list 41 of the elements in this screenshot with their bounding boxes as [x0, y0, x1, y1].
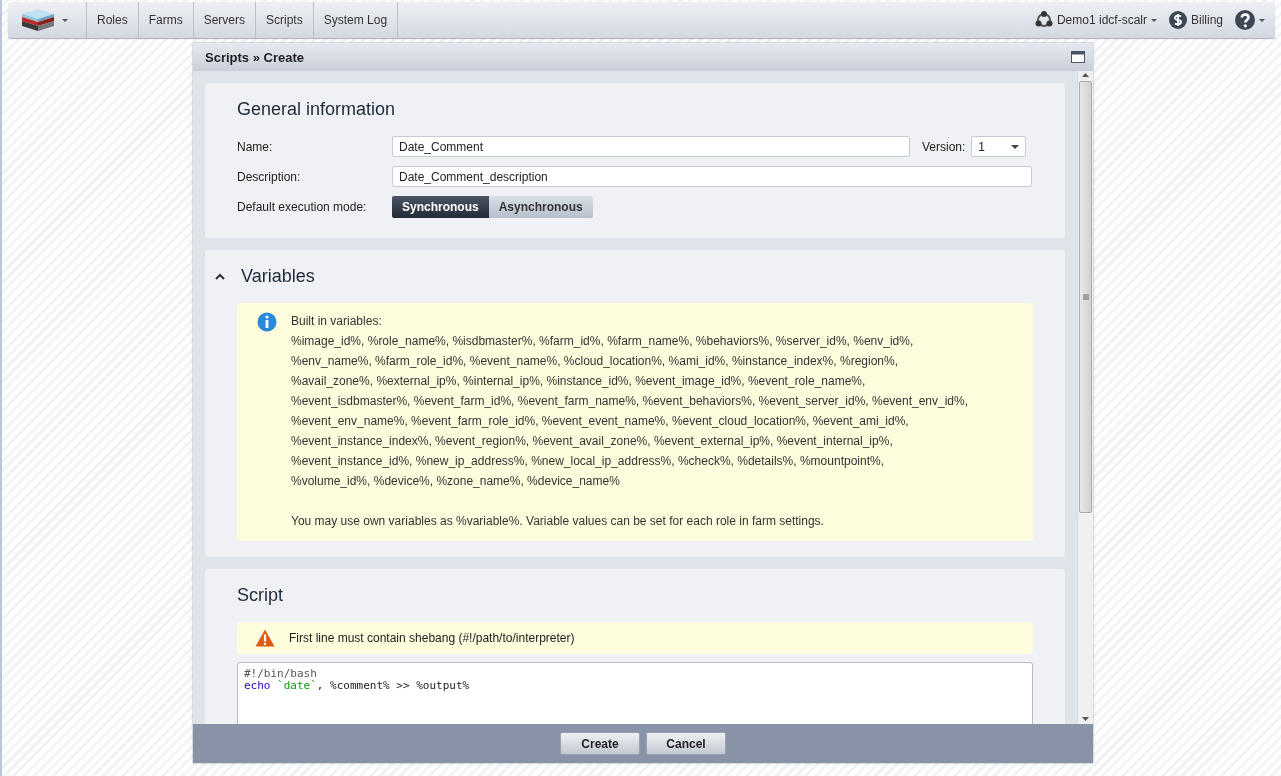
caret-icon [62, 18, 68, 22]
nav-link[interactable]: Farms [138, 2, 194, 38]
footer-button[interactable]: Create [560, 732, 640, 755]
code-line: echo `date`, %comment% >> %output% [244, 680, 470, 692]
environment-menu[interactable]: Demo1 idcf-scalr [1028, 2, 1163, 38]
execution-mode-toggle[interactable]: Asynchronous [488, 196, 593, 218]
field-label: Version: [922, 139, 966, 154]
nav-link[interactable]: Servers [193, 2, 257, 38]
ring-dots-icon [1034, 11, 1053, 29]
dollar-icon [1169, 11, 1187, 29]
warning-text: First line must contain shebang (#!/path/to/interpreter) [289, 631, 575, 645]
nav-link[interactable]: System Log [313, 2, 399, 38]
section-heading: Script [237, 585, 284, 606]
variables-description: Built in variables: %image_id%, %role_name%, %isdbmaster%, %farm_id%, %farm_name%, %behaviors%, %server_id%, %env_id%, %env_name%, %farm_role_id%, %event_name%, %cloud_location%, %ami_id%, %instance_index%, %region%, %avail_zone%, %external_ip%, %internal_ip%, %instance_id%, %event_image_id%, %event_role_name%, %event_isdbmaster%, %event_farm_id%, %event_farm_name%, %event_behaviors%, %event_server_id%, %event_env_id%, %event_env_name%, %event_farm_role_id%, %event_event_name%, %event_cloud_location%, %event_ami_id%, %event_instance_index%, %event_region%, %event_avail_zone%, %event_external_ip%, %event_internal_ip%, %event_instance_id%, %new_ip_address%, %new_local_ip_address%, %check%, %details%, %mountpoint%, %volume_id%, %device%, %zone_name%, %device_name% You may use own variables as %variable%. Variable values can be set for each role in farm settings. [291, 313, 969, 530]
nav-link[interactable]: Roles [87, 2, 139, 38]
scroll-down-arrow-icon[interactable] [1081, 714, 1090, 724]
nav-link[interactable]: Scripts [256, 2, 314, 38]
name-input[interactable]: Date_Comment [392, 136, 910, 157]
footer-button[interactable]: Cancel [646, 732, 726, 755]
grip-lines-icon [1082, 294, 1089, 300]
scrollbar-thumb[interactable] [1079, 81, 1092, 513]
description-input[interactable]: Date_Comment_description [392, 166, 1032, 187]
panel-title: Scripts » Create [205, 49, 304, 65]
maximize-icon[interactable] [1071, 51, 1085, 63]
collapse-chevron-icon[interactable] [215, 273, 225, 280]
section-heading: Variables [241, 266, 315, 287]
script-code-editor[interactable]: #!/bin/bash echo `date`, %comment% >> %output% [237, 662, 1033, 724]
section-heading: General information [237, 99, 397, 120]
warning-icon [255, 629, 275, 647]
version-dropdown[interactable]: 1 [971, 136, 1027, 157]
help-icon [1235, 10, 1255, 30]
vertical-scrollbar[interactable] [1077, 71, 1093, 724]
info-icon [257, 312, 277, 332]
field-label: Default execution mode: [237, 200, 368, 214]
field-label: Name: [237, 139, 274, 154]
billing-link[interactable]: Billing [1163, 2, 1229, 38]
caret-icon [1011, 144, 1020, 149]
execution-mode-toggle[interactable]: Synchronous [392, 196, 489, 218]
code-line: #!/bin/bash [244, 668, 317, 680]
field-label: Description: [237, 169, 302, 184]
stacked-layers-logo-icon [20, 8, 56, 32]
